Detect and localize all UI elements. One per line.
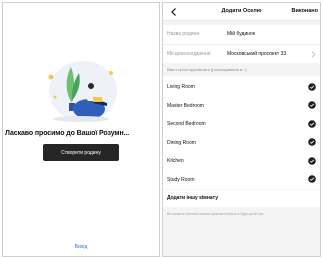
settings-note: Ви можете змінити налаштування пізніше в…: [167, 212, 264, 216]
room-item[interactable]: Second Bedroom: [163, 115, 320, 134]
room-item[interactable]: Living Room: [163, 78, 320, 97]
rooms-caption: Вміст простору/кімнати (розташування в..…: [167, 67, 247, 72]
chevron-right-icon: [311, 51, 316, 58]
check-circle-icon[interactable]: [308, 175, 316, 183]
field-label: Місцезнаходження: [167, 51, 211, 57]
nav-bar: Додати Оселю Виконано: [163, 3, 320, 21]
add-room-label: Додати іншу кімнату: [167, 195, 218, 201]
exit-link[interactable]: Вихід: [3, 244, 159, 250]
check-circle-icon[interactable]: [308, 82, 316, 91]
room-item[interactable]: Dining Room: [163, 134, 320, 153]
room-label: Living Room: [167, 84, 195, 90]
room-label: Study Room: [167, 176, 195, 183]
location-field[interactable]: Місцезнаходження Московський проспект 33: [163, 44, 320, 63]
room-item[interactable]: Study Room: [163, 171, 320, 190]
welcome-screen: Ласкаво просимо до Вашої Розумн... Створ…: [2, 2, 160, 257]
check-circle-icon[interactable]: [308, 138, 316, 146]
welcome-title: Ласкаво просимо до Вашої Розумн...: [5, 130, 130, 137]
family-name-field[interactable]: Назва родини Мій будинок: [163, 25, 320, 44]
rooms-list: Living Room Master Bedroom Second Bedroo…: [163, 76, 320, 189]
room-item[interactable]: Master Bedroom: [163, 97, 320, 116]
add-room-button[interactable]: Додати іншу кімнату: [163, 190, 320, 207]
field-value[interactable]: Мій будинок: [227, 31, 255, 37]
done-button[interactable]: Виконано: [292, 8, 318, 14]
room-label: Master Bedroom: [167, 102, 204, 109]
welcome-illustration: [48, 61, 117, 122]
room-label: Kitchen: [167, 158, 184, 164]
field-label: Назва родини: [167, 31, 200, 37]
room-item[interactable]: Kitchen: [163, 152, 320, 171]
room-label: Second Bedroom: [167, 121, 206, 127]
home-details-card: Назва родини Мій будинок Місцезнаходженн…: [163, 25, 320, 63]
field-value[interactable]: Московський проспект 33: [227, 51, 286, 57]
room-label: Dining Room: [167, 139, 196, 146]
add-home-screen: Додати Оселю Виконано Назва родини Мій б…: [162, 2, 321, 257]
check-circle-icon[interactable]: [308, 156, 316, 165]
create-family-button[interactable]: Створити родину: [43, 144, 119, 161]
check-circle-icon[interactable]: [308, 119, 316, 128]
check-circle-icon[interactable]: [308, 101, 316, 109]
